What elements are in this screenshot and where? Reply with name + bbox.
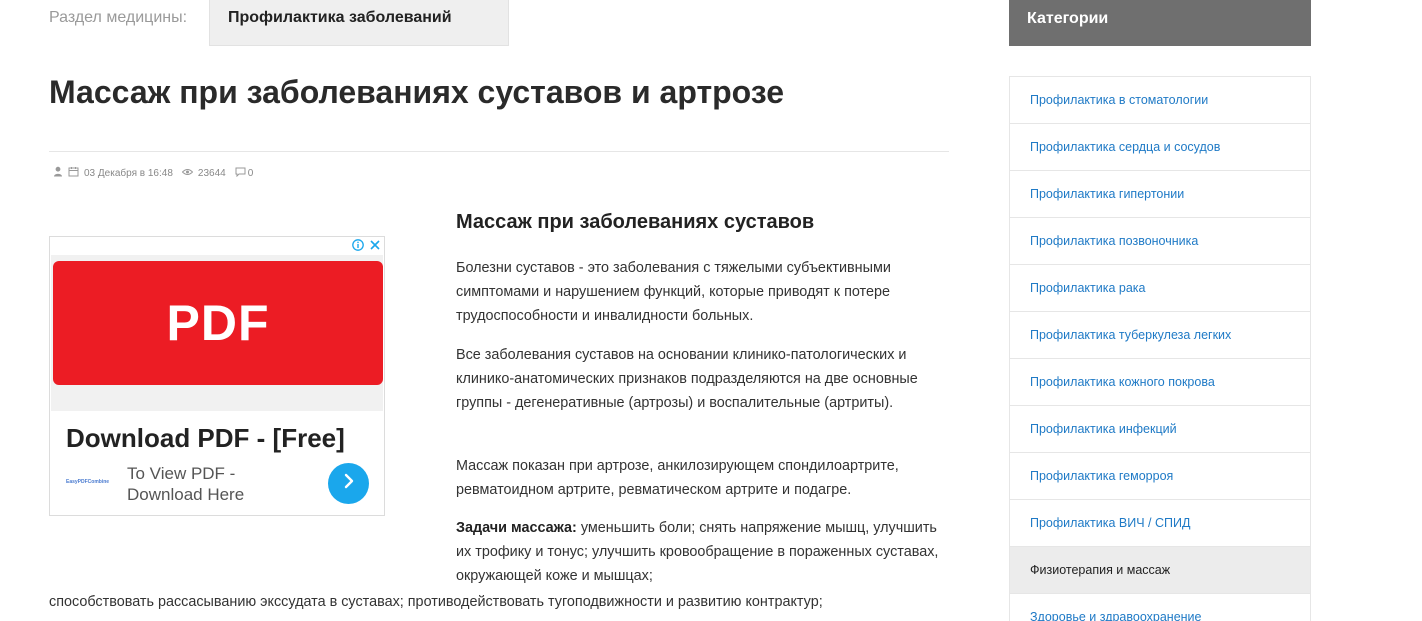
paragraph-3: Массаж показан при артрозе, анкилозирующ… (456, 458, 899, 498)
chevron-right-icon (342, 473, 356, 494)
ad-controls (352, 238, 381, 256)
sidebar-item-physiotherapy[interactable]: Физиотерапия и массаж (1010, 547, 1310, 594)
sidebar-item-hemorrhoids[interactable]: Профилактика геморроя (1010, 453, 1310, 500)
paragraph-5: способствовать рассасыванию экссудата в … (49, 594, 823, 610)
sidebar-item-hypertension[interactable]: Профилактика гипертонии (1010, 171, 1310, 218)
ad-go-button[interactable] (328, 463, 369, 504)
breadcrumb-section-tab[interactable]: Профилактика заболеваний (209, 0, 509, 46)
sidebar-item-dentistry[interactable]: Профилактика в стоматологии (1010, 77, 1310, 124)
ad-pdf-banner[interactable]: PDF (53, 261, 383, 385)
paragraph-1: Болезни суставов - это заболевания с тяж… (456, 260, 891, 324)
sidebar-item-hiv[interactable]: Профилактика ВИЧ / СПИД (1010, 500, 1310, 547)
ad-subtext-line1: To View PDF - (127, 464, 236, 483)
comments-count[interactable]: 0 (248, 168, 254, 179)
views-count: 23644 (197, 167, 226, 179)
calendar-icon (68, 166, 79, 180)
sidebar-item-health[interactable]: Здоровье и здравоохранение (1010, 594, 1310, 621)
info-icon[interactable] (352, 238, 364, 256)
ad-banner[interactable]: PDF (51, 255, 383, 411)
advertisement[interactable]: PDF Download PDF - [Free] EasyPDFCombine… (49, 236, 385, 516)
ad-subtext[interactable]: To View PDF - Download Here (127, 463, 244, 505)
article-meta: 03 Декабря в 16:48 23644 0 (53, 166, 262, 180)
paragraph-2: Все заболевания суставов на основании кл… (456, 347, 918, 411)
ad-subtext-line2: Download Here (127, 485, 245, 504)
author-icon (53, 166, 63, 180)
ad-logo: EasyPDFCombine (66, 479, 110, 485)
article-subtitle: Массаж при заболеваниях суставов (456, 211, 815, 233)
sidebar-item-tuberculosis[interactable]: Профилактика туберкулеза легких (1010, 312, 1310, 359)
close-icon[interactable] (369, 238, 381, 256)
title-divider (49, 151, 949, 152)
page-title: Массаж при заболеваниях суставов и артро… (49, 74, 785, 110)
tasks-label: Задачи массажа: (456, 520, 577, 536)
comments-icon[interactable] (235, 167, 246, 180)
categories-list: Профилактика в стоматологии Профилактика… (1009, 76, 1311, 621)
sidebar-item-infections[interactable]: Профилактика инфекций (1010, 406, 1310, 453)
breadcrumb-label: Раздел медицины: (49, 9, 188, 26)
publish-date: 03 Декабря в 16:48 (84, 167, 173, 179)
sidebar-item-skin[interactable]: Профилактика кожного покрова (1010, 359, 1310, 406)
sidebar-item-heart[interactable]: Профилактика сердца и сосудов (1010, 124, 1310, 171)
ad-headline[interactable]: Download PDF - [Free] (66, 423, 345, 454)
views-icon (181, 168, 194, 179)
sidebar-item-cancer[interactable]: Профилактика рака (1010, 265, 1310, 312)
categories-heading: Категории (1009, 0, 1311, 46)
paragraph-4: Задачи массажа: уменьшить боли; снять на… (456, 516, 956, 588)
sidebar-item-spine[interactable]: Профилактика позвоночника (1010, 218, 1310, 265)
